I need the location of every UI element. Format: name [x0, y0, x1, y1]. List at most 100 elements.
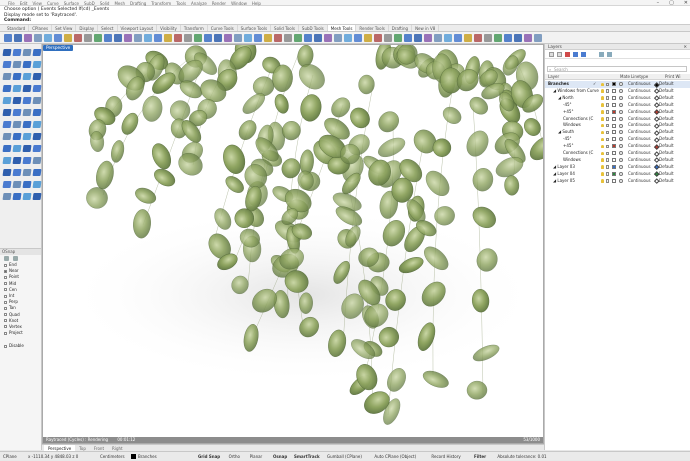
layer-name[interactable]: +45° [563, 109, 573, 116]
viewport-title[interactable]: Perspective [43, 45, 74, 51]
layer-name[interactable]: +45° [563, 143, 573, 150]
modeling-tool-icon[interactable] [22, 61, 32, 68]
material-icon[interactable] [619, 82, 623, 87]
menu-item[interactable]: Mesh [114, 1, 125, 6]
toolbar-tab[interactable]: Set View [52, 25, 77, 31]
lock-icon[interactable] [606, 144, 609, 149]
layer-name[interactable]: -45° [563, 102, 572, 109]
layer-name[interactable]: ◢ Layer 03 [553, 164, 575, 171]
tool-button-icon[interactable] [144, 34, 152, 42]
modeling-tool-icon[interactable] [32, 97, 42, 104]
modeling-tool-icon[interactable] [32, 157, 42, 164]
visibility-bulb-icon[interactable] [601, 179, 604, 183]
tool-button-icon[interactable] [174, 34, 182, 42]
tool-button-icon[interactable] [184, 34, 192, 42]
checkbox-icon[interactable] [4, 282, 7, 286]
modeling-tool-icon[interactable] [32, 121, 42, 128]
modeling-tool-icon[interactable] [2, 73, 12, 80]
visibility-bulb-icon[interactable] [601, 96, 604, 100]
layer-name[interactable]: Branches [548, 81, 569, 88]
layer-color-swatch[interactable] [612, 137, 616, 142]
checkbox-icon[interactable] [4, 313, 7, 317]
modeling-tool-icon[interactable] [12, 121, 22, 128]
checkbox-icon[interactable] [4, 263, 7, 267]
modeling-tool-icon[interactable] [12, 133, 22, 140]
layer-name[interactable]: ◢ Layer 05 [553, 178, 575, 185]
tool-button-icon[interactable] [14, 34, 22, 42]
lock-icon[interactable] [606, 82, 609, 86]
toolbar-tab[interactable]: CPlanes [29, 25, 53, 31]
layer-printwidth[interactable]: Default [659, 143, 674, 150]
modeling-tool-icon[interactable] [22, 157, 32, 164]
layer-printwidth[interactable]: Default [659, 81, 674, 88]
lock-icon[interactable] [606, 165, 609, 169]
visibility-bulb-icon[interactable] [601, 130, 604, 135]
material-icon[interactable] [619, 95, 623, 100]
tool-button-icon[interactable] [74, 34, 82, 42]
layer-search-input[interactable]: ⌕ Search [547, 66, 687, 72]
lock-icon[interactable] [606, 89, 609, 93]
layer-linetype[interactable]: Continuous [628, 136, 651, 143]
tool-button-icon[interactable] [434, 34, 442, 42]
tool-button-icon[interactable] [44, 34, 52, 42]
menu-item[interactable]: Tools [176, 1, 186, 6]
menu-item[interactable]: Help [252, 1, 261, 6]
lock-icon[interactable] [606, 179, 609, 183]
new-sublayer-icon[interactable] [557, 52, 562, 57]
visibility-bulb-icon[interactable] [601, 123, 604, 128]
visibility-bulb-icon[interactable] [601, 82, 604, 86]
tool-button-icon[interactable] [114, 34, 122, 42]
tool-button-icon[interactable] [414, 34, 422, 42]
tool-button-icon[interactable] [364, 34, 372, 42]
modeling-tool-icon[interactable] [12, 49, 22, 56]
tool-button-icon[interactable] [4, 34, 12, 42]
layer-printwidth[interactable]: Default [659, 122, 674, 129]
tool-button-icon[interactable] [94, 34, 102, 42]
tool-button-icon[interactable] [24, 34, 32, 42]
modeling-tool-icon[interactable] [12, 61, 22, 68]
layer-printwidth[interactable]: Default [659, 116, 674, 123]
modeling-tool-icon[interactable] [12, 193, 22, 200]
material-icon[interactable] [619, 178, 623, 183]
lock-icon[interactable] [606, 130, 609, 135]
layer-linetype[interactable]: Continuous [628, 109, 651, 116]
layer-row[interactable]: Windows Continuous Default [545, 122, 690, 129]
perspective-viewport[interactable] [42, 44, 544, 444]
tool-button-icon[interactable] [524, 34, 532, 42]
layer-color-swatch[interactable] [612, 116, 616, 121]
checkbox-icon[interactable] [4, 288, 7, 292]
layer-row[interactable]: ◢ Windows from Curve Continuous Default [545, 88, 690, 95]
layer-printwidth[interactable]: Default [659, 157, 674, 164]
tool-button-icon[interactable] [444, 34, 452, 42]
checkbox-icon[interactable] [4, 306, 7, 310]
modeling-tool-icon[interactable] [32, 193, 42, 200]
tool-button-icon[interactable] [384, 34, 392, 42]
tool-button-icon[interactable] [534, 34, 542, 42]
visibility-bulb-icon[interactable] [601, 137, 604, 142]
modeling-tool-icon[interactable] [22, 169, 32, 176]
lock-icon[interactable] [606, 123, 609, 128]
toolbar-tab[interactable]: New in V8 [412, 25, 440, 31]
toolbar-tab[interactable]: Visibility [157, 25, 181, 31]
visibility-bulb-icon[interactable] [601, 172, 604, 176]
tools-icon[interactable] [607, 52, 612, 57]
osnap-item[interactable]: Project [0, 330, 41, 336]
layer-color-swatch[interactable] [612, 95, 616, 100]
layer-linetype[interactable]: Continuous [628, 116, 651, 123]
menu-item[interactable]: Transform [151, 1, 171, 6]
modeling-tool-icon[interactable] [22, 109, 32, 116]
filter-icon[interactable] [13, 256, 18, 261]
layer-linetype[interactable]: Continuous [628, 95, 651, 102]
layer-linetype[interactable]: Continuous [628, 88, 651, 95]
material-icon[interactable] [619, 123, 623, 128]
tool-button-icon[interactable] [354, 34, 362, 42]
layer-color-swatch[interactable] [612, 151, 616, 156]
layer-color-swatch[interactable] [612, 164, 616, 169]
layer-linetype[interactable]: Continuous [628, 143, 651, 150]
layer-linetype[interactable]: Continuous [628, 102, 651, 109]
modeling-tool-icon[interactable] [12, 73, 22, 80]
tool-button-icon[interactable] [34, 34, 42, 42]
toolbar-tab[interactable]: Solid Tools [271, 25, 299, 31]
tool-button-icon[interactable] [254, 34, 262, 42]
tool-button-icon[interactable] [464, 34, 472, 42]
